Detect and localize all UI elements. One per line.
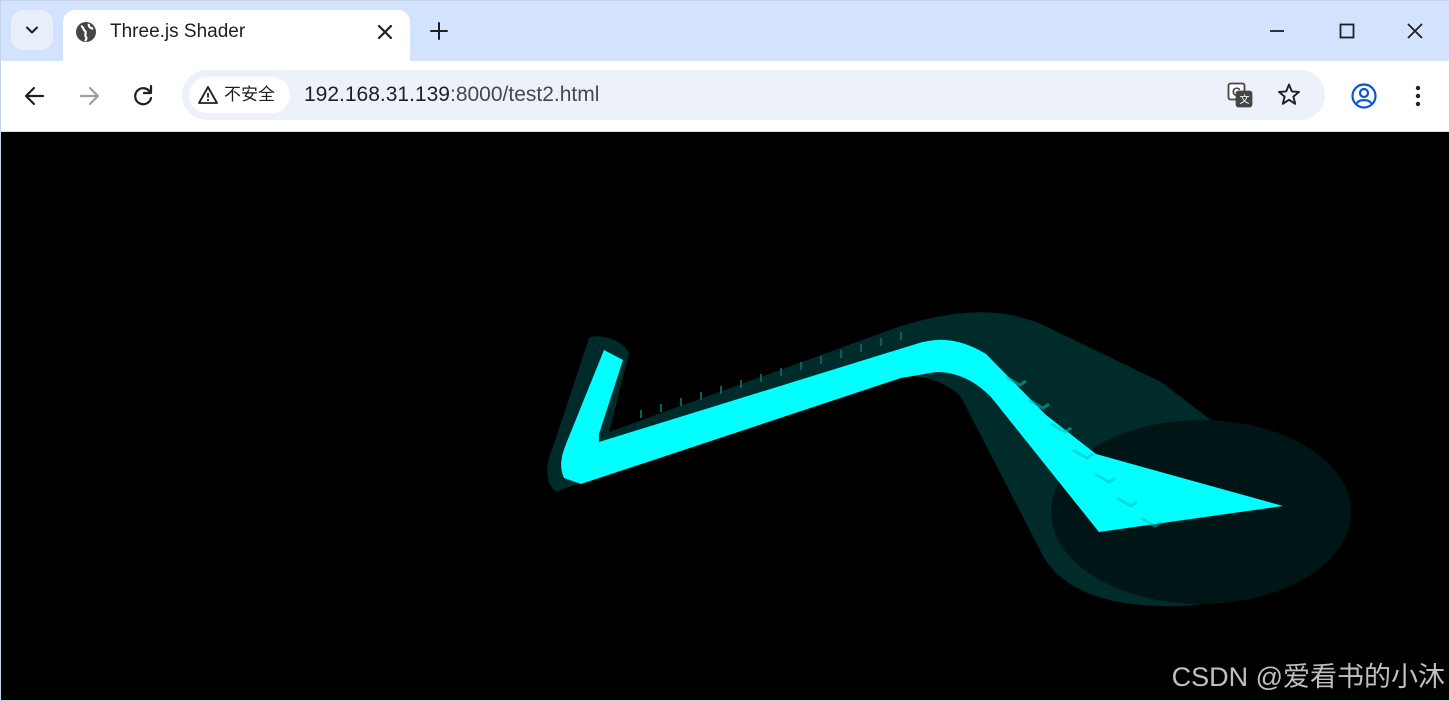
new-tab-plus-icon[interactable]	[429, 21, 449, 41]
close-icon[interactable]	[375, 22, 395, 42]
globe-icon	[76, 22, 96, 42]
security-label: 不安全	[224, 85, 275, 104]
tab-search-button[interactable]	[11, 10, 53, 50]
watermark: CSDN @爱看书的小沐	[1171, 662, 1445, 692]
address-bar[interactable]: 不安全 192.168.31.139:8000/test2.html G 文	[182, 70, 1325, 120]
tab-strip: Three.js Shader	[1, 1, 1449, 61]
url-path: :8000/test2.html	[449, 83, 600, 106]
back-arrow-icon[interactable]	[22, 83, 48, 109]
toolbar: 不安全 192.168.31.139:8000/test2.html G 文	[1, 61, 1449, 132]
chevron-down-icon	[26, 26, 38, 34]
maximize-icon[interactable]	[1333, 17, 1361, 45]
url-text[interactable]: 192.168.31.139:8000/test2.html	[304, 82, 599, 108]
browser-window: Three.js Shader 不安全 192.168.31.139:8000/…	[0, 0, 1450, 701]
forward-arrow-icon[interactable]	[76, 83, 102, 109]
security-chip[interactable]: 不安全	[189, 77, 290, 113]
tab-title: Three.js Shader	[110, 21, 246, 42]
reload-icon[interactable]	[130, 83, 156, 109]
tab-active[interactable]: Three.js Shader	[63, 10, 410, 61]
profile-icon[interactable]	[1350, 82, 1378, 110]
warning-triangle-icon	[198, 86, 218, 104]
svg-text:文: 文	[1240, 93, 1250, 106]
close-icon[interactable]	[1401, 17, 1429, 45]
url-host: 192.168.31.139	[304, 83, 450, 106]
translate-icon[interactable]: G 文	[1227, 82, 1253, 108]
page-viewport[interactable]: CSDN @爱看书的小沐	[1, 132, 1449, 701]
minimize-icon[interactable]	[1263, 17, 1291, 45]
webgl-canvas[interactable]	[1, 132, 1449, 701]
bookmark-star-icon[interactable]	[1276, 82, 1302, 108]
more-menu-icon[interactable]	[1405, 82, 1431, 110]
